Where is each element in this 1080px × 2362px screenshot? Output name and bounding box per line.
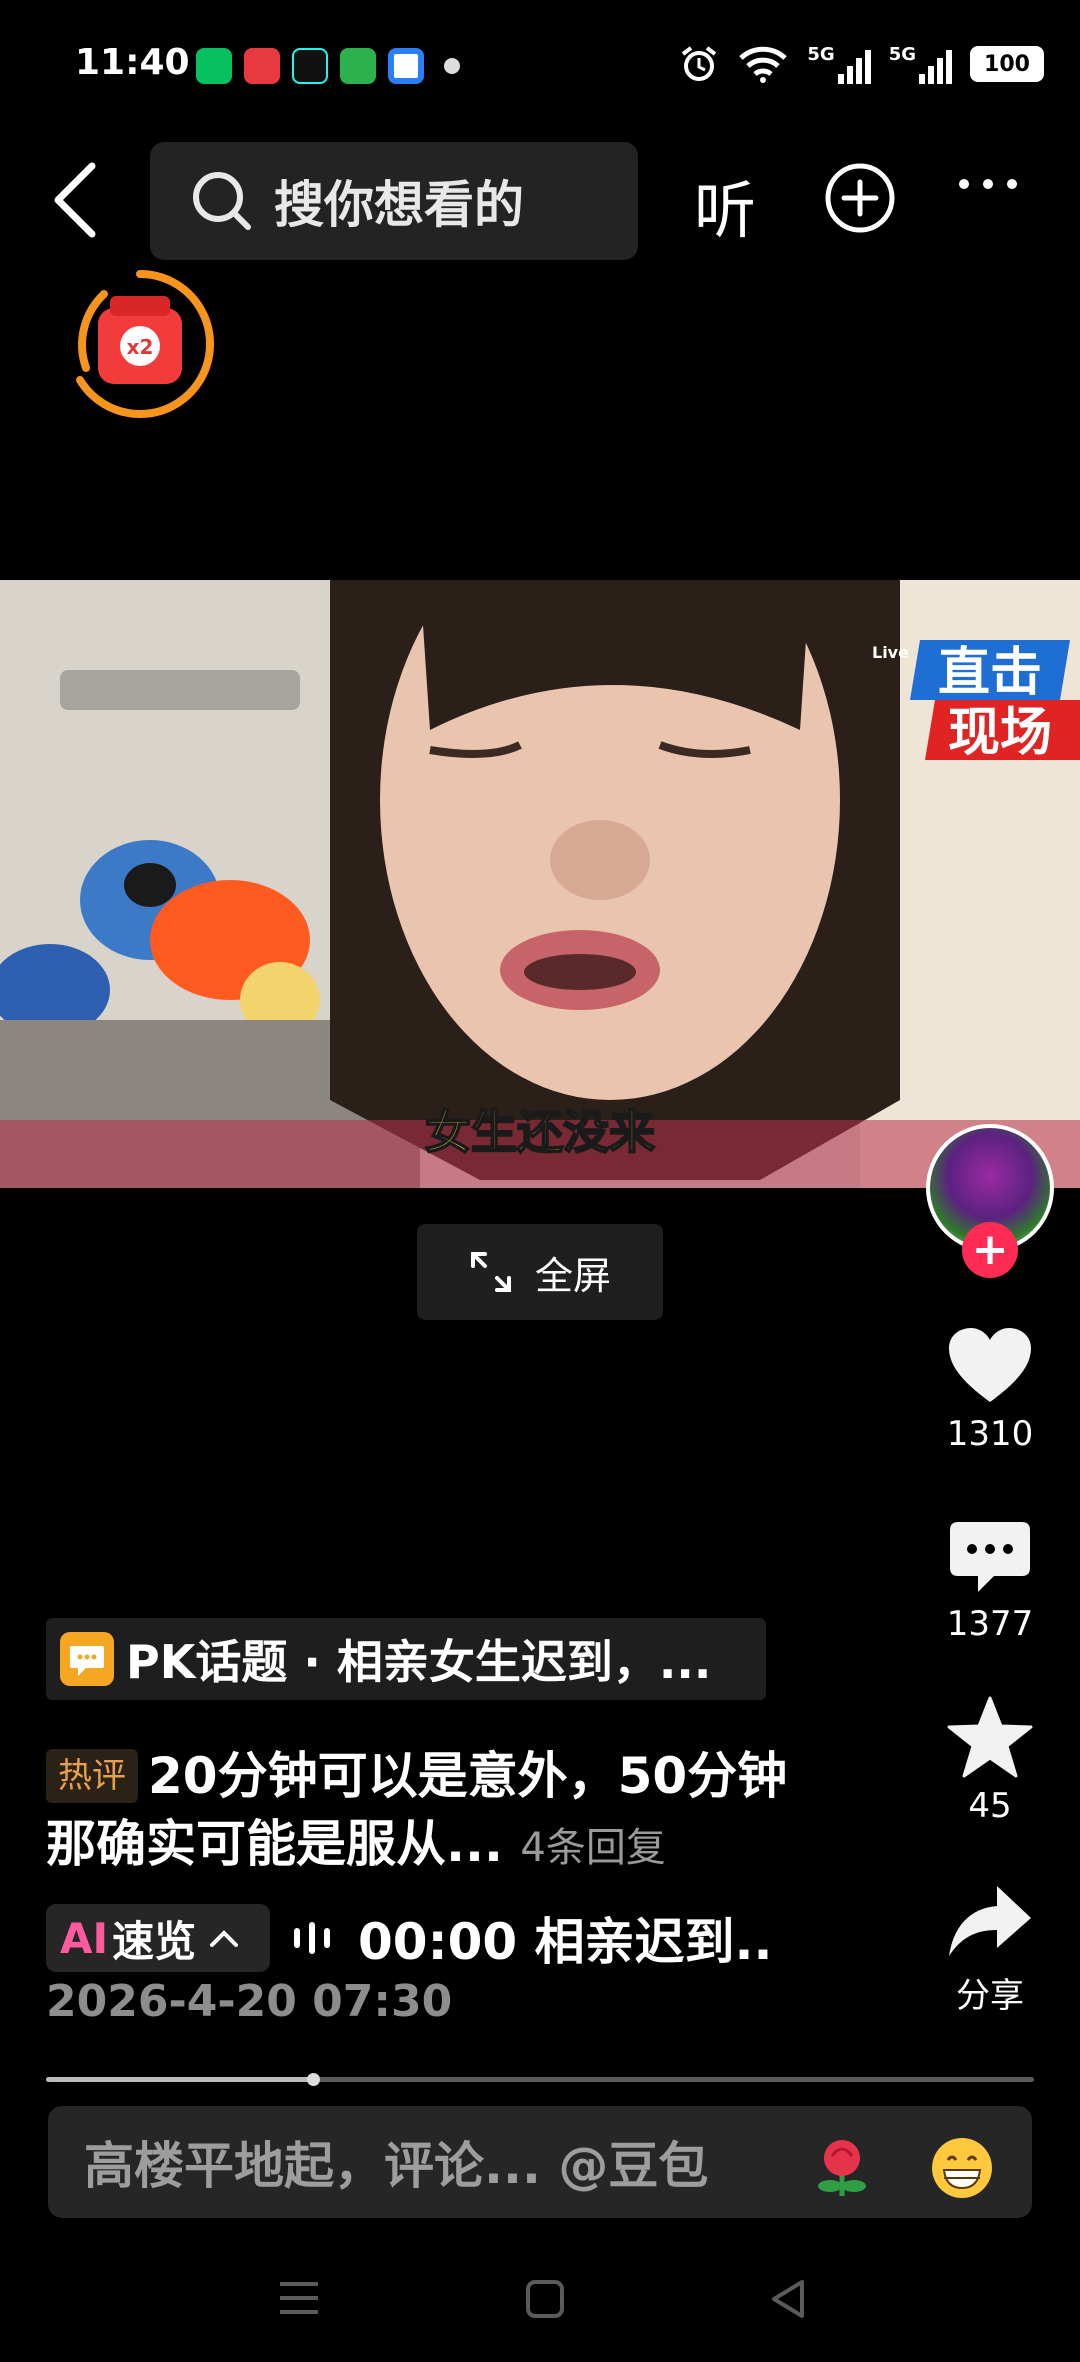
more-options-button[interactable] [956,172,1020,196]
listen-button[interactable]: 听 [694,160,756,250]
favorite-button[interactable]: 45 [920,1696,1060,1826]
grin-emoji-button[interactable] [930,2136,994,2200]
video-player[interactable]: Live 直击 现场 女生还没来 [0,580,1080,1188]
like-button[interactable]: 1310 [920,1326,1060,1454]
add-button[interactable] [824,162,896,234]
hot-comment-badge: 热评 [46,1749,138,1803]
share-button[interactable]: 分享 [920,1884,1060,2017]
signal-5g-icon: 5G [807,44,871,84]
home-nav-button[interactable] [524,2278,566,2320]
signal-5g-icon-2: 5G [889,44,952,84]
battery-icon: 100 [970,46,1044,82]
message-icon [340,48,376,84]
alarm-icon [682,46,717,81]
video-caption: 女生还没来 [425,1105,655,1159]
ai-summary-text[interactable]: 00:00 相亲迟到.. [358,1902,773,1974]
expand-icon [470,1252,511,1292]
wechat-icon [196,48,232,84]
network-type-label: 5G [888,44,916,65]
hot-comment[interactable]: 热评 20分钟可以是意外，50分钟那确实可能是服从... 4条回复 [46,1742,826,1882]
more-notifications-dot [444,58,460,74]
progress-knob[interactable] [306,2073,320,2086]
ai-overview-label: 速览 [112,1916,197,1966]
search-input[interactable]: 搜你想看的 [150,142,638,260]
video-progress-bar[interactable] [46,2073,1034,2086]
star-icon [947,1696,1033,1778]
back-button[interactable] [50,160,100,240]
audio-wave-icon [294,1922,330,1954]
menu-nav-button[interactable] [276,2278,322,2318]
video-frame: Live 直击 现场 女生还没来 [0,580,1080,1188]
back-nav-button[interactable] [768,2278,808,2320]
like-count: 1310 [946,1414,1034,1454]
banner-line-2: 现场 [948,703,1052,763]
search-placeholder: 搜你想看的 [274,176,524,234]
reply-count[interactable]: 4条回复 [520,1825,665,1871]
comment-placeholder: 高楼平地起，评论... @豆包 [84,2137,709,2195]
post-timestamp: 2026-4-20 07:30 [46,1976,453,2027]
chat-bubble-icon [60,1632,114,1686]
network-type-label: 5G [807,44,835,65]
share-label: 分享 [956,1976,1024,2016]
hot-comment-text: 20分钟可以是意外，50分钟那确实可能是服从... [46,1747,788,1873]
redpacket-multiplier: x2 [127,335,154,359]
pk-topic-chip[interactable]: PK话题 · 相亲女生迟到，... [46,1618,766,1700]
comment-icon [950,1522,1030,1592]
douyin-icon [292,48,328,84]
banner-line-1: 直击 [938,643,1042,703]
fullscreen-button[interactable]: 全屏 [417,1224,663,1320]
browser-icon [388,48,424,84]
status-time: 11:40 [75,42,190,83]
ai-summary-row: AI 速览 00:00 相亲迟到.. [46,1902,773,1974]
comment-input[interactable]: 高楼平地起，评论... @豆包 [48,2106,1032,2218]
follow-plus-button[interactable]: + [962,1222,1018,1278]
topic-label: PK话题 · 相亲女生迟到，... [126,1635,712,1689]
toutiao-icon [244,48,280,84]
wifi-icon [739,46,788,83]
status-bar: 11:40 5G 5G 100 [0,0,1080,130]
ai-overview-toggle[interactable]: AI 速览 [46,1904,270,1972]
chevron-up-icon [210,1930,239,1947]
fullscreen-label: 全屏 [534,1253,611,1298]
comment-button[interactable]: 1377 [920,1520,1060,1644]
system-icons: 5G 5G 100 [679,44,1044,84]
heart-icon [949,1328,1031,1402]
ai-label: AI [60,1913,109,1963]
progress-fill [46,2077,313,2082]
comment-count: 1377 [946,1604,1034,1644]
search-icon [193,172,251,230]
share-arrow-icon [949,1886,1031,1956]
favorite-count: 45 [968,1786,1012,1826]
reward-redpacket-icon[interactable]: x2 [64,268,216,420]
blurred-text [60,670,300,710]
live-tag: Live [872,643,909,662]
rose-emoji-button[interactable] [810,2136,874,2200]
notification-icons [196,48,460,84]
